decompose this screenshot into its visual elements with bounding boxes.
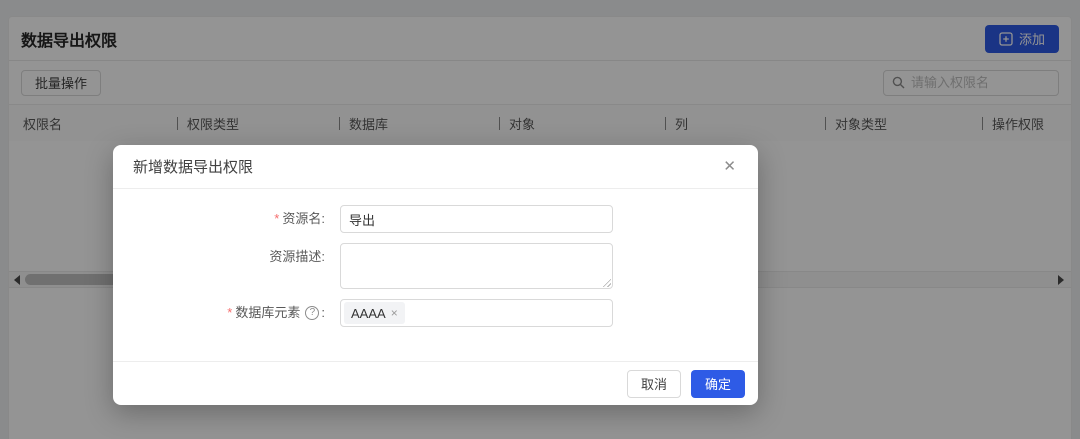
dialog-body: * 资源名 : 资源描述 : * 数据库元素 ? :	[113, 189, 758, 361]
resource-description-label: 资源描述 :	[269, 249, 325, 264]
dialog-footer: 取消 确定	[113, 361, 758, 405]
tag-label: AAAA	[351, 305, 386, 321]
database-elements-input[interactable]: AAAA ×	[340, 299, 613, 327]
form-row-resource-name: * 资源名 :	[113, 205, 758, 233]
close-icon[interactable]: ✕	[721, 157, 738, 176]
form-row-database-elements: * 数据库元素 ? : AAAA ×	[113, 299, 758, 327]
dialog-title: 新增数据导出权限	[133, 159, 254, 176]
resource-name-label: * 资源名 :	[113, 205, 340, 233]
form-row-resource-description: 资源描述 :	[113, 243, 758, 289]
help-question-icon[interactable]: ?	[305, 306, 320, 320]
selected-tag: AAAA ×	[344, 302, 405, 324]
cancel-button[interactable]: 取消	[626, 369, 681, 398]
dialog-header: 新增数据导出权限 ✕	[113, 145, 758, 189]
required-mark: *	[227, 305, 233, 320]
add-export-permission-dialog: 新增数据导出权限 ✕ * 资源名 : 资源描述 : * 数据库	[113, 145, 758, 405]
resource-description-textarea[interactable]	[340, 243, 613, 289]
required-mark: *	[274, 211, 280, 226]
database-elements-label: * 数据库元素 ? :	[113, 299, 340, 327]
resource-name-input[interactable]	[340, 205, 613, 233]
tag-remove-icon[interactable]: ×	[391, 307, 398, 319]
confirm-button[interactable]: 确定	[690, 369, 745, 398]
